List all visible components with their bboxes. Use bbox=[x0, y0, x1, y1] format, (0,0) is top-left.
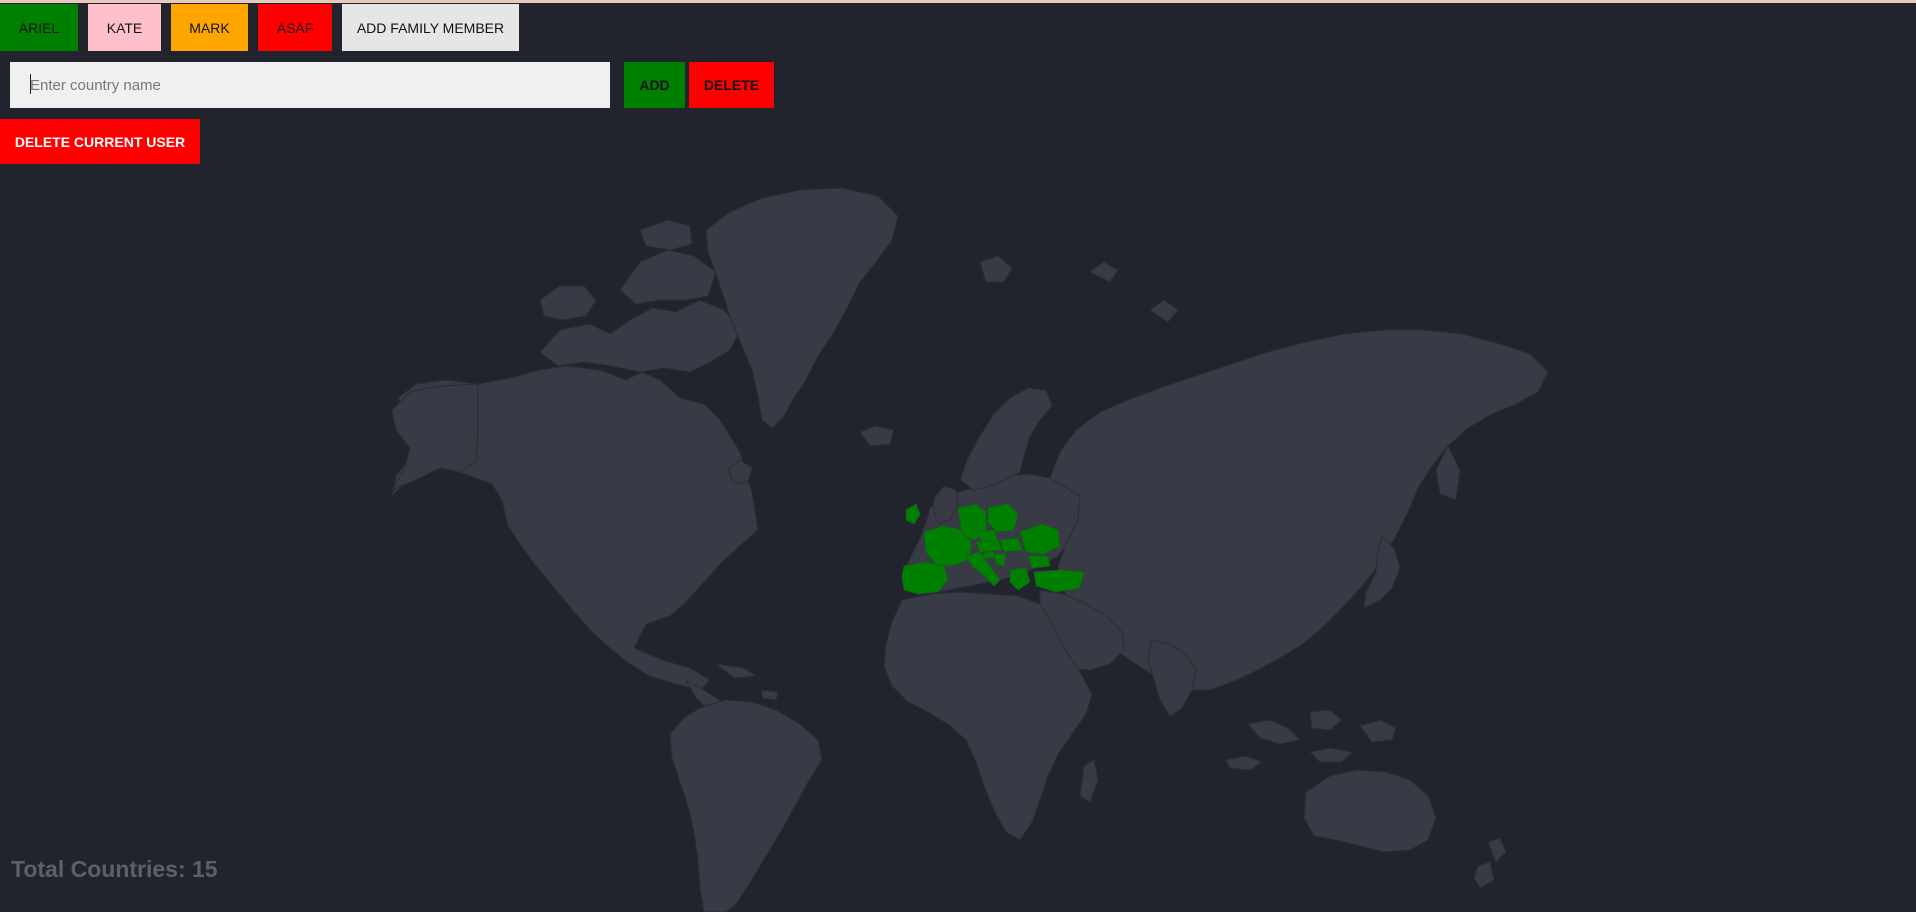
country-bulgaria[interactable] bbox=[1027, 555, 1051, 569]
country-ireland[interactable] bbox=[905, 503, 921, 525]
scandinavia-landmass[interactable] bbox=[959, 387, 1053, 491]
country-austria[interactable] bbox=[975, 539, 1003, 553]
total-countries-counter: Total Countries: 15 bbox=[11, 856, 218, 882]
greenland-landmass[interactable] bbox=[705, 187, 899, 429]
country-turkey[interactable] bbox=[1033, 569, 1085, 593]
country-slovenia[interactable] bbox=[983, 551, 995, 559]
asia-landmass[interactable] bbox=[1049, 329, 1549, 691]
south-america-landmass[interactable] bbox=[669, 699, 823, 912]
australia-landmass[interactable] bbox=[1303, 769, 1437, 853]
country-greece[interactable] bbox=[1009, 567, 1031, 591]
world-map bbox=[390, 187, 1549, 912]
country-croatia[interactable] bbox=[993, 553, 1007, 567]
country-hungary[interactable] bbox=[999, 537, 1023, 553]
